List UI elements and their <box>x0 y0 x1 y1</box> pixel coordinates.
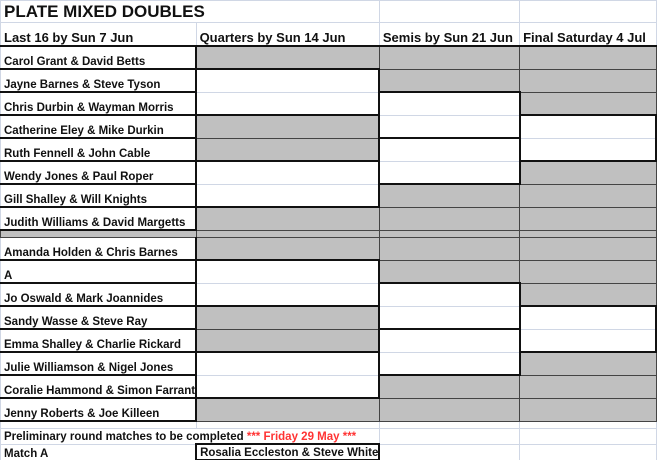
semi-cell[interactable] <box>378 305 521 330</box>
final-cell[interactable] <box>518 305 657 330</box>
final-cell[interactable] <box>519 68 657 93</box>
quarter-cell[interactable] <box>195 45 380 70</box>
semi-cell[interactable] <box>378 397 521 422</box>
quarter-cell[interactable] <box>196 374 381 399</box>
quarter-cell[interactable] <box>195 206 380 231</box>
match-pair-1[interactable]: Rosalia Eccleston & Steve White <box>195 443 381 460</box>
quarter-cell[interactable] <box>195 91 381 116</box>
quarter-cell[interactable] <box>195 305 380 330</box>
player-cell[interactable]: Gill Shalley & Will Knights <box>0 183 198 208</box>
player-cell[interactable]: Coralie Hammond & Simon Farrant <box>0 374 198 399</box>
quarter-cell[interactable] <box>195 160 381 185</box>
semi-cell[interactable] <box>378 45 521 70</box>
quarter-cell[interactable] <box>195 114 380 139</box>
final-cell[interactable] <box>519 282 657 307</box>
player-cell[interactable]: Amanda Holden & Chris Barnes <box>0 237 198 261</box>
semi-cell[interactable] <box>378 114 521 139</box>
semi-cell[interactable] <box>378 137 521 162</box>
player-cell[interactable]: A <box>0 259 198 284</box>
header-quarters: Quarters by Sun 14 Jun <box>195 22 380 47</box>
final-cell[interactable] <box>519 183 657 208</box>
final-cell[interactable] <box>519 374 657 399</box>
final-cell[interactable] <box>518 328 657 353</box>
semi-cell[interactable] <box>378 282 521 307</box>
final-cell[interactable] <box>519 91 657 116</box>
final-cell[interactable] <box>519 397 657 422</box>
bracket-table: PLATE MIXED DOUBLES Last 16 by Sun 7 Jun… <box>0 0 657 460</box>
quarter-cell[interactable] <box>195 68 381 93</box>
quarter-cell[interactable] <box>195 259 381 284</box>
player-cell[interactable]: Jo Oswald & Mark Joannides <box>0 282 198 307</box>
player-cell[interactable]: Wendy Jones & Paul Roper <box>0 160 198 185</box>
semi-cell[interactable] <box>378 183 521 208</box>
semi-cell[interactable] <box>378 237 521 261</box>
player-cell[interactable]: Carol Grant & David Betts <box>0 45 198 70</box>
prelim-note: Preliminary round matches to be complete… <box>0 428 380 445</box>
semi-cell[interactable] <box>378 259 521 284</box>
final-cell[interactable] <box>518 114 657 139</box>
quarter-cell[interactable] <box>195 397 380 422</box>
header-semis: Semis by Sun 21 Jun <box>378 22 521 47</box>
player-cell[interactable]: Chris Durbin & Wayman Morris <box>0 91 198 116</box>
final-cell[interactable] <box>519 206 657 231</box>
semi-cell[interactable] <box>378 91 521 116</box>
player-cell[interactable]: Emma Shalley & Charlie Rickard <box>0 328 198 353</box>
final-cell[interactable] <box>519 160 657 185</box>
sheet-title: PLATE MIXED DOUBLES <box>0 0 380 23</box>
player-cell[interactable]: Jayne Barnes & Steve Tyson <box>0 68 198 93</box>
final-cell[interactable] <box>519 259 657 284</box>
semi-cell[interactable] <box>378 68 521 93</box>
quarter-cell[interactable] <box>195 351 381 376</box>
quarter-cell[interactable] <box>195 137 380 162</box>
spreadsheet: PLATE MIXED DOUBLES Last 16 by Sun 7 Jun… <box>0 0 657 460</box>
semi-cell[interactable] <box>378 351 521 376</box>
final-cell[interactable] <box>518 137 657 162</box>
prelim-deadline: *** Friday 29 May *** <box>246 431 357 443</box>
player-cell[interactable]: Sandy Wasse & Steve Ray <box>0 305 198 330</box>
separator <box>0 229 197 238</box>
quarter-cell[interactable] <box>195 183 381 208</box>
player-cell[interactable]: Jenny Roberts & Joe Killeen <box>0 397 198 422</box>
final-cell[interactable] <box>519 45 657 70</box>
match-label: Match A <box>0 443 197 460</box>
quarter-cell[interactable] <box>195 328 380 353</box>
semi-cell[interactable] <box>378 328 521 353</box>
player-cell[interactable]: Ruth Fennell & John Cable <box>0 137 198 162</box>
header-last16: Last 16 by Sun 7 Jun <box>0 22 197 47</box>
final-cell[interactable] <box>519 237 657 261</box>
player-cell[interactable]: Judith Williams & David Margetts <box>0 206 198 231</box>
semi-cell[interactable] <box>378 206 521 231</box>
semi-cell[interactable] <box>378 374 521 399</box>
player-cell[interactable]: Catherine Eley & Mike Durkin <box>0 114 198 139</box>
quarter-cell[interactable] <box>195 282 381 307</box>
final-cell[interactable] <box>519 351 657 376</box>
header-final: Final Saturday 4 Jul <box>519 22 657 47</box>
player-cell[interactable]: Julie Williamson & Nigel Jones <box>0 351 198 376</box>
semi-cell[interactable] <box>378 160 521 185</box>
quarter-cell[interactable] <box>195 237 380 261</box>
